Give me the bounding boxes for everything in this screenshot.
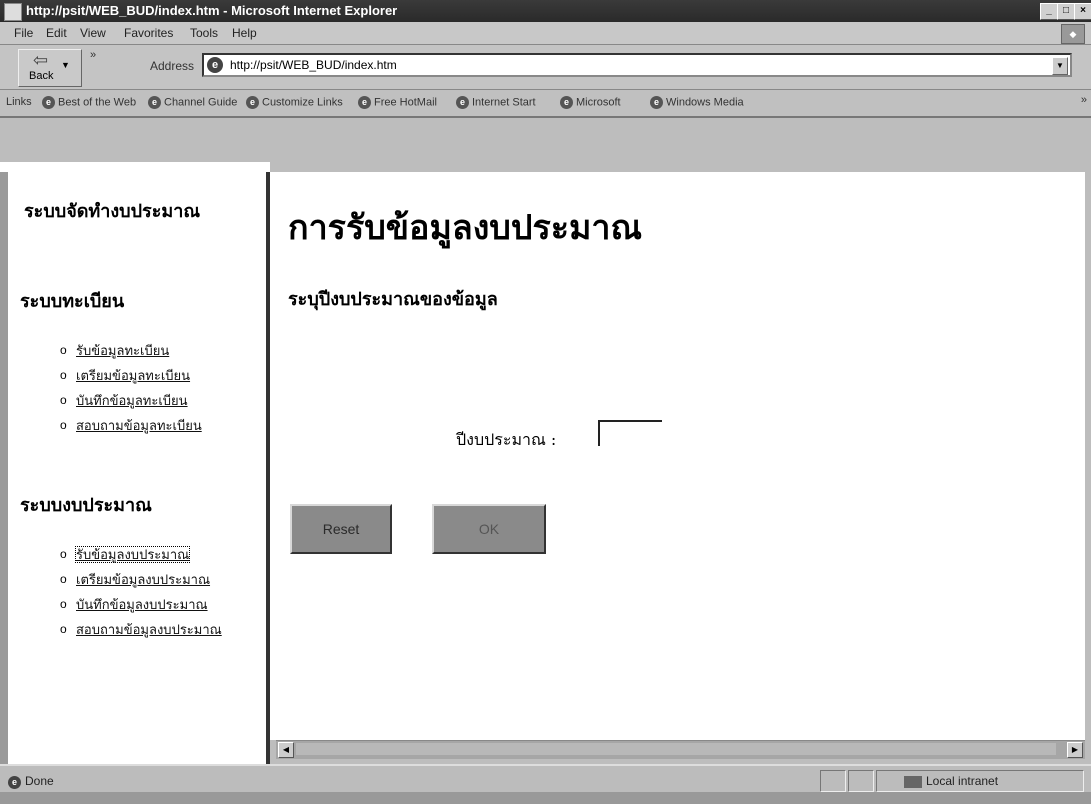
page-subtitle: ระบุปีงบประมาณของข้อมูล — [288, 289, 498, 310]
link-query-registration[interactable]: สอบถามข้อมูลทะเบียน — [76, 418, 202, 433]
window-title-bar[interactable]: http://psit/WEB_BUD/index.htm - Microsof… — [0, 0, 1091, 22]
link-receive-budget[interactable]: รับข้อมูลงบประมาณ — [74, 546, 191, 563]
sidebar-title: ระบบจัดทำงบประมาณ — [24, 201, 201, 222]
link-label: Windows Media — [666, 96, 744, 109]
menu-bar: File Edit View Favorites Tools Help ◆ — [0, 22, 1091, 45]
address-input[interactable]: e http://psit/WEB_BUD/index.htm ▼ — [202, 53, 1072, 77]
list-item: บันทึกข้อมูลทะเบียน — [60, 392, 236, 409]
registration-heading: ระบบทะเบียน — [20, 291, 125, 312]
link-microsoft[interactable]: e Microsoft — [560, 96, 621, 109]
links-chevron-icon[interactable]: » — [1081, 94, 1087, 106]
link-label: Microsoft — [576, 96, 621, 109]
link-label: Free HotMail — [374, 96, 437, 109]
menu-favorites[interactable]: Favorites — [124, 26, 173, 40]
link-record-registration[interactable]: บันทึกข้อมูลทะเบียน — [76, 393, 188, 408]
status-text: e Done — [8, 774, 54, 789]
ie-link-icon: e — [456, 96, 469, 109]
ie-status-icon: e — [8, 776, 21, 789]
menu-edit[interactable]: Edit — [46, 26, 67, 40]
list-item: รับข้อมูลงบประมาณ — [60, 546, 236, 563]
list-item: เตรียมข้อมูลทะเบียน — [60, 367, 236, 384]
link-windows-media[interactable]: e Windows Media — [650, 96, 744, 109]
maximize-button[interactable]: □ — [1057, 3, 1075, 20]
menu-view[interactable]: View — [80, 26, 106, 40]
status-bar: e Done Local intranet — [0, 764, 1091, 794]
menu-help[interactable]: Help — [232, 26, 257, 40]
ie-page-icon: e — [207, 57, 223, 73]
back-dropdown-icon[interactable]: ▼ — [61, 60, 70, 70]
registration-menu: รับข้อมูลทะเบียน เตรียมข้อมูลทะเบียน บัน… — [60, 342, 236, 442]
address-url: http://psit/WEB_BUD/index.htm — [230, 58, 397, 72]
ie-link-icon: e — [560, 96, 573, 109]
link-label: Best of the Web — [58, 96, 137, 109]
link-best-of-web[interactable]: e Best of the Web — [42, 96, 136, 109]
sidebar-frame — [8, 172, 270, 764]
address-label: Address — [150, 59, 195, 73]
scroll-left-icon[interactable]: ◀ — [278, 742, 294, 758]
links-label: Links — [6, 96, 32, 108]
link-internet-start[interactable]: e Internet Start — [456, 96, 536, 109]
security-zone: Local intranet — [904, 774, 998, 788]
frame-edge — [0, 162, 8, 764]
close-button[interactable]: × — [1074, 3, 1091, 20]
link-label: Customize Links — [262, 96, 343, 109]
ie-link-icon: e — [358, 96, 371, 109]
ie-link-icon: e — [42, 96, 55, 109]
back-label: Back — [29, 70, 54, 82]
status-pane — [848, 770, 874, 792]
ie-page-icon — [4, 3, 22, 21]
back-button[interactable]: ⇦ Back ▼ — [18, 49, 82, 87]
list-item: สอบถามข้อมูลทะเบียน — [60, 417, 236, 434]
fiscal-year-input[interactable] — [598, 420, 662, 446]
main-frame — [270, 172, 1085, 740]
window-title: http://psit/WEB_BUD/index.htm - Microsof… — [26, 3, 398, 18]
link-query-budget[interactable]: สอบถามข้อมูลงบประมาณ — [76, 622, 222, 637]
budget-heading: ระบบงบประมาณ — [20, 495, 152, 516]
link-prepare-budget[interactable]: เตรียมข้อมูลงบประมาณ — [76, 572, 210, 587]
page-title: การรับข้อมูลงบประมาณ — [288, 208, 643, 248]
budget-menu: รับข้อมูลงบประมาณ เตรียมข้อมูลงบประมาณ บ… — [60, 546, 236, 646]
fiscal-year-label: ปีงบประมาณ : — [456, 430, 557, 449]
intranet-icon — [904, 775, 922, 788]
ok-button[interactable]: OK — [432, 504, 546, 554]
ie-link-icon: e — [650, 96, 663, 109]
status-pane — [820, 770, 846, 792]
scroll-thumb[interactable] — [296, 743, 1056, 755]
link-receive-registration[interactable]: รับข้อมูลทะเบียน — [76, 343, 169, 358]
menu-file[interactable]: File — [14, 26, 33, 40]
reset-button[interactable]: Reset — [290, 504, 392, 554]
link-channel-guide[interactable]: e Channel Guide — [148, 96, 237, 109]
link-label: Internet Start — [472, 96, 536, 109]
list-item: บันทึกข้อมูลงบประมาณ — [60, 596, 236, 613]
ie-link-icon: e — [246, 96, 259, 109]
horizontal-scrollbar[interactable]: ◀ ▶ — [276, 740, 1085, 759]
link-label: Channel Guide — [164, 96, 238, 109]
back-arrow-icon: ⇦ — [33, 50, 49, 70]
sidebar-frame-top — [0, 162, 270, 172]
links-toolbar: Links e Best of the Web e Channel Guide eC… — [0, 90, 1091, 118]
scroll-right-icon[interactable]: ▶ — [1067, 742, 1083, 758]
zone-label: Local intranet — [926, 774, 999, 788]
link-customize-links[interactable]: e Customize Links — [246, 96, 343, 109]
list-item: เตรียมข้อมูลงบประมาณ — [60, 571, 236, 588]
ie-throbber-icon: ◆ — [1061, 24, 1085, 44]
address-toolbar: ⇦ Back ▼ » Address e http://psit/WEB_BUD… — [0, 45, 1091, 90]
link-free-hotmail[interactable]: e Free HotMail — [358, 96, 437, 109]
toolbar-chevron-icon[interactable]: » — [90, 49, 96, 61]
window-bottom-edge — [0, 792, 1091, 804]
list-item: สอบถามข้อมูลงบประมาณ — [60, 621, 236, 638]
link-record-budget[interactable]: บันทึกข้อมูลงบประมาณ — [76, 597, 208, 612]
minimize-button[interactable]: _ — [1040, 3, 1058, 20]
menu-tools[interactable]: Tools — [190, 26, 218, 40]
status-label: Done — [25, 774, 54, 788]
address-dropdown-icon[interactable]: ▼ — [1052, 57, 1068, 75]
list-item: รับข้อมูลทะเบียน — [60, 342, 236, 359]
link-prepare-registration[interactable]: เตรียมข้อมูลทะเบียน — [76, 368, 190, 383]
ie-link-icon: e — [148, 96, 161, 109]
